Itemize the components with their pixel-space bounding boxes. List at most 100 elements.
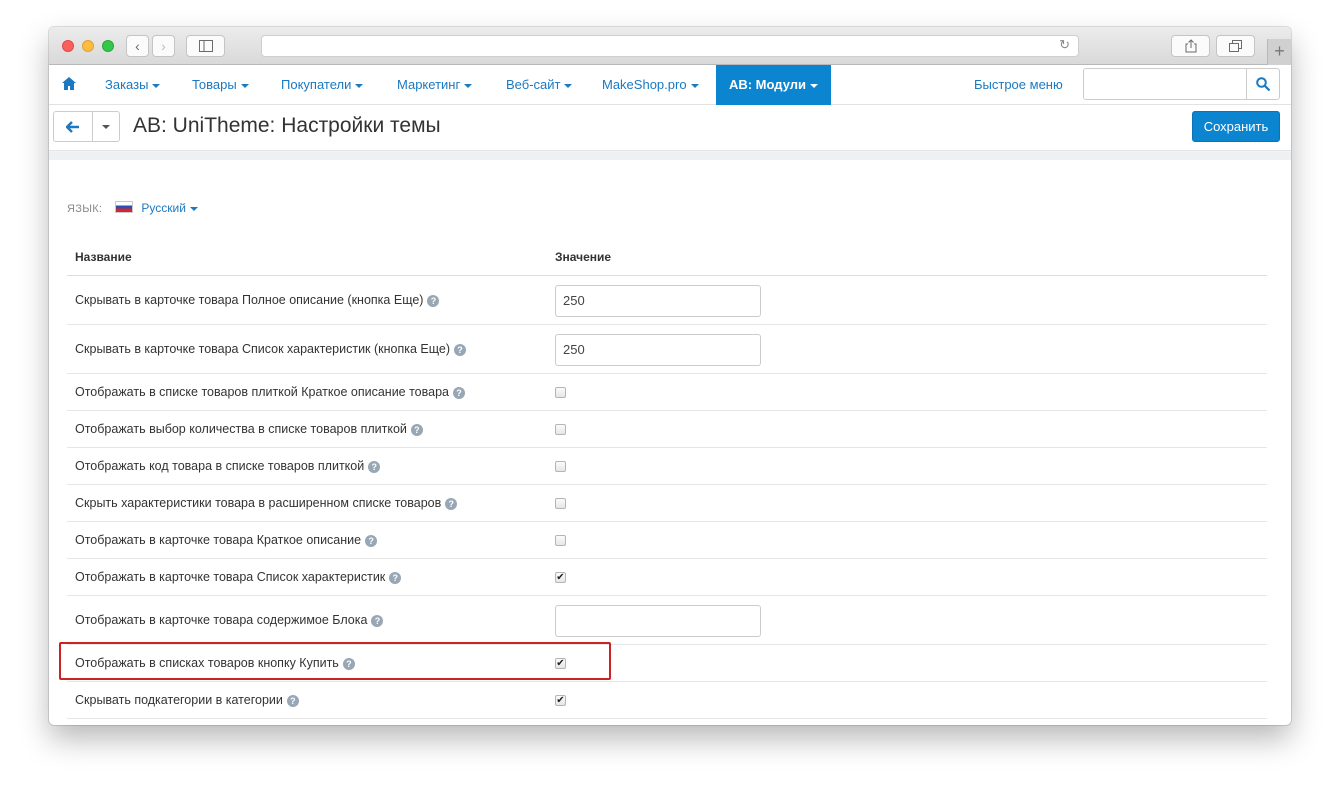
back-button-group	[53, 111, 120, 142]
setting-label: Отображать в карточке товара Список хара…	[75, 569, 402, 584]
nav-marketing[interactable]: Маркетинг	[397, 65, 473, 105]
setting-label: Скрывать в карточке товара Полное описан…	[75, 293, 440, 307]
language-selector-row: ЯЗЫК: Русский	[67, 201, 198, 217]
tabs-overview-icon[interactable]	[1216, 35, 1255, 57]
chevron-down-icon	[464, 83, 473, 88]
sidebar-toggle-icon[interactable]	[186, 35, 225, 57]
setting-label: Отображать в списке товаров плиткой Крат…	[75, 385, 465, 399]
caret-down-icon	[102, 125, 110, 129]
forward-arrow-icon[interactable]: ›	[152, 35, 175, 57]
reload-icon[interactable]: ↻	[1059, 37, 1070, 53]
table-row: Отображать в списке товаров плиткой Крат…	[67, 374, 1267, 411]
chevron-down-icon	[564, 83, 573, 88]
nav-website-label: Веб-сайт	[506, 77, 561, 92]
setting-checkbox[interactable]: ✔	[555, 695, 566, 706]
setting-label-text: Отображать выбор количества в списке тов…	[75, 421, 407, 436]
russian-flag-icon	[115, 201, 134, 213]
search-icon	[1256, 77, 1270, 91]
setting-checkbox[interactable]: ✔	[555, 572, 566, 583]
help-icon[interactable]: ?	[389, 571, 402, 584]
table-row: Отображать код товара в списке товаров п…	[67, 448, 1267, 485]
nav-products[interactable]: Товары	[192, 65, 249, 105]
minimize-window-button[interactable]	[82, 40, 94, 52]
table-row: Отображать в карточке товара Краткое опи…	[67, 522, 1267, 559]
browser-toolbar: ‹ › ↻ +	[49, 27, 1291, 65]
nav-customers-label: Покупатели	[281, 77, 352, 92]
new-tab-icon[interactable]: +	[1267, 39, 1291, 65]
setting-checkbox[interactable]	[555, 535, 566, 546]
table-row: Скрывать в карточке товара Список характ…	[67, 325, 1267, 374]
page-title: AB: UniTheme: Настройки темы	[133, 114, 441, 137]
setting-label-text: Отображать код товара в списке товаров п…	[75, 458, 365, 473]
language-selected: Русский	[141, 201, 186, 215]
setting-label-text: Скрыть характеристики товара в расширенн…	[75, 495, 442, 510]
share-icon[interactable]	[1171, 35, 1210, 57]
help-icon[interactable]: ?	[445, 497, 458, 510]
setting-label-text: Скрывать подкатегории в категории	[75, 692, 283, 707]
arrow-left-icon	[66, 121, 79, 133]
setting-label: Отображать в карточке товара Краткое опи…	[75, 532, 378, 547]
nav-website[interactable]: Веб-сайт	[506, 65, 573, 105]
nav-makeshop[interactable]: MakeShop.pro	[602, 65, 699, 105]
highlight-box	[59, 642, 611, 680]
setting-checkbox[interactable]	[555, 498, 566, 509]
setting-label-text: Отображать в карточке товара Список хара…	[75, 569, 386, 584]
search-button[interactable]	[1246, 69, 1279, 99]
back-dropdown-button[interactable]	[93, 112, 120, 141]
nav-makeshop-label: MakeShop.pro	[602, 77, 687, 92]
help-icon[interactable]: ?	[427, 294, 440, 307]
chevron-down-icon	[810, 83, 819, 88]
setting-label-text: Отображать в списке товаров плиткой Крат…	[75, 384, 449, 399]
chevron-down-icon	[152, 83, 161, 88]
help-icon[interactable]: ?	[365, 534, 378, 547]
setting-label-text: Отображать в карточке товара Краткое опи…	[75, 532, 362, 547]
help-icon[interactable]: ?	[454, 343, 467, 356]
setting-label-text: Скрывать в карточке товара Список характ…	[75, 341, 451, 356]
setting-label: Отображать код товара в списке товаров п…	[75, 458, 381, 473]
setting-checkbox[interactable]	[555, 461, 566, 472]
back-button[interactable]	[54, 112, 92, 141]
setting-label-text: Отображать в карточке товара содержимое …	[75, 612, 368, 627]
setting-checkbox[interactable]	[555, 387, 566, 398]
page-toolbar: AB: UniTheme: Настройки темы Сохранить	[49, 105, 1291, 151]
setting-text-input[interactable]: 250	[555, 333, 761, 366]
help-icon[interactable]: ?	[453, 386, 465, 399]
zoom-window-button[interactable]	[102, 40, 114, 52]
help-icon[interactable]: ?	[368, 460, 381, 473]
close-window-button[interactable]	[62, 40, 74, 52]
home-icon[interactable]	[62, 77, 76, 91]
language-label: ЯЗЫК:	[67, 203, 103, 215]
nav-orders[interactable]: Заказы	[105, 65, 161, 105]
nav-ab-modules[interactable]: AB: Модули	[716, 65, 831, 105]
admin-search	[1083, 68, 1280, 100]
setting-text-input[interactable]	[555, 604, 761, 637]
browser-window: ‹ › ↻ + Заказы Товары Покупатели Маркети…	[49, 27, 1291, 725]
help-icon[interactable]: ?	[286, 694, 299, 707]
setting-checkbox[interactable]	[555, 424, 566, 435]
setting-label: Отображать выбор количества в списке тов…	[75, 422, 423, 436]
search-input[interactable]	[1084, 69, 1246, 99]
help-icon[interactable]: ?	[371, 614, 384, 627]
language-dropdown[interactable]: Русский	[141, 201, 198, 215]
nav-customers[interactable]: Покупатели	[281, 65, 364, 105]
help-icon[interactable]: ?	[410, 423, 423, 436]
nav-orders-label: Заказы	[105, 77, 149, 92]
setting-label: Скрывать подкатегории в категории?	[75, 693, 299, 707]
column-header-name: Название	[75, 250, 132, 264]
table-row: Скрывать подкатегории в категории? ✔	[67, 682, 1267, 719]
admin-navbar: Заказы Товары Покупатели Маркетинг Веб-с…	[49, 65, 1291, 105]
table-row: Отображать в карточке товара содержимое …	[67, 596, 1267, 645]
setting-text-input[interactable]: 250	[555, 284, 761, 317]
column-header-value: Значение	[555, 250, 612, 264]
back-arrow-icon[interactable]: ‹	[126, 35, 149, 57]
address-bar[interactable]: ↻	[261, 35, 1079, 57]
save-button[interactable]: Сохранить	[1192, 111, 1280, 142]
table-row: Скрывать в карточке товара Полное описан…	[67, 276, 1267, 325]
table-row: Отображать выбор количества в списке тов…	[67, 411, 1267, 448]
nav-products-label: Товары	[192, 77, 237, 92]
setting-label: Скрывать в карточке товара Список характ…	[75, 341, 467, 356]
quick-menu-link[interactable]: Быстрое меню	[974, 65, 1063, 105]
content-divider	[49, 152, 1291, 160]
nav-ab-modules-label: AB: Модули	[728, 77, 807, 92]
table-row: Отображать в карточке товара Список хара…	[67, 559, 1267, 596]
